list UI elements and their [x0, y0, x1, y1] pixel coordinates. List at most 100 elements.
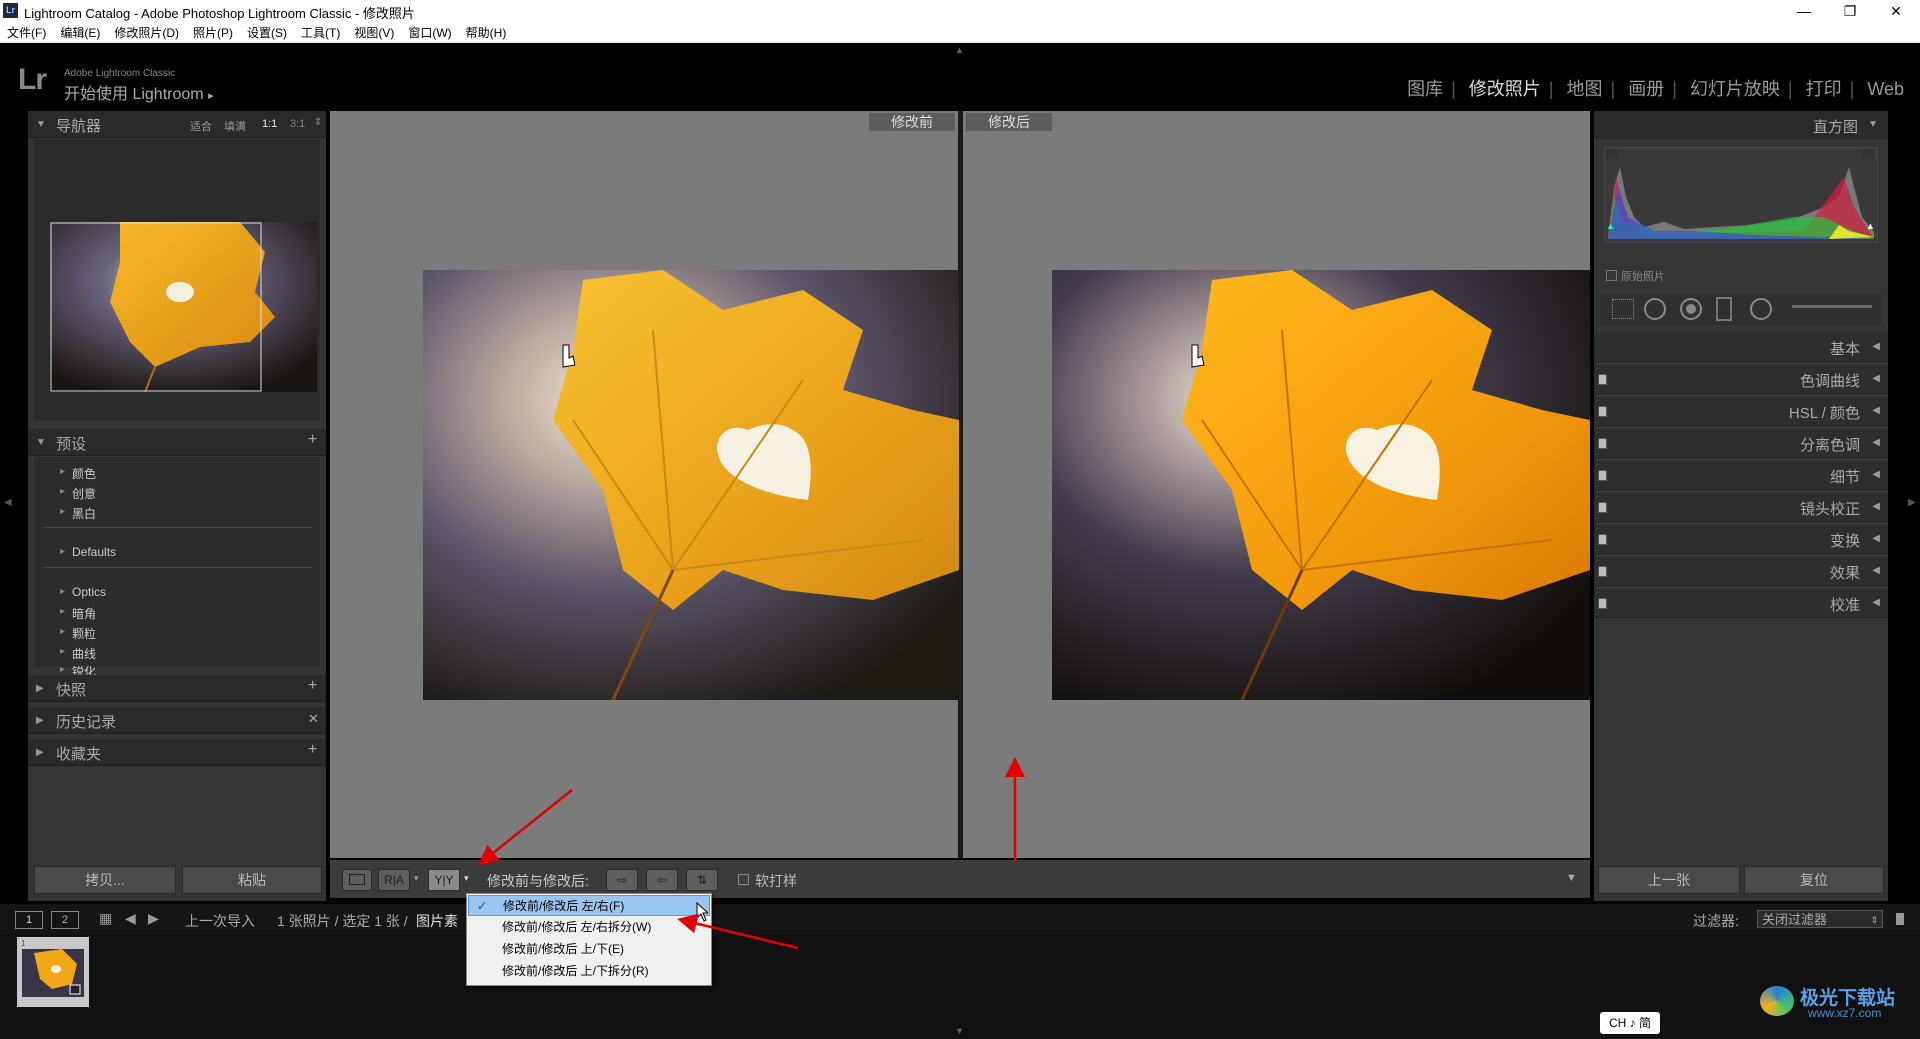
zoom-1-1[interactable]: 1:1: [262, 118, 277, 130]
history-header[interactable]: ▶ 历史记录 ✕: [28, 707, 326, 734]
snapshots-header[interactable]: ▶ 快照 +: [28, 675, 326, 702]
panel-tone-curve[interactable]: 色调曲线 ◀: [1594, 365, 1888, 394]
menu-settings[interactable]: 设置(S): [240, 22, 294, 41]
brush-slider[interactable]: [1792, 305, 1872, 308]
preset-folder-optics[interactable]: Optics: [60, 585, 106, 599]
zoom-menu-icon[interactable]: ⇕: [314, 117, 322, 128]
menu-item-top-bottom[interactable]: 修改前/修改后 上/下(E): [468, 939, 710, 960]
add-preset-icon[interactable]: +: [308, 431, 317, 449]
original-photo-checkbox[interactable]: [1606, 270, 1617, 281]
preset-folder-curve[interactable]: 曲线: [60, 645, 96, 662]
panel-calibration[interactable]: 校准 ◀: [1594, 589, 1888, 618]
clear-history-icon[interactable]: ✕: [308, 711, 319, 727]
panel-switch: [1598, 438, 1607, 449]
yy-view-button[interactable]: Y|Y: [428, 869, 460, 891]
menu-view[interactable]: 视图(V): [347, 22, 401, 41]
module-slideshow[interactable]: 幻灯片放映: [1690, 79, 1780, 99]
preset-folder-vignette[interactable]: 暗角: [60, 605, 96, 622]
panel-split-toning[interactable]: 分离色调 ◀: [1594, 429, 1888, 458]
maximize-icon[interactable]: ❐: [1827, 0, 1873, 22]
navigator-preview[interactable]: [34, 139, 320, 421]
yy-dropdown-icon[interactable]: ▾: [464, 873, 469, 884]
menu-item-left-right[interactable]: ✓ 修改前/修改后 左/右(F): [468, 895, 710, 916]
ra-view-button[interactable]: R|A: [378, 869, 410, 891]
red-eye-icon[interactable]: [1680, 298, 1702, 320]
copy-before-to-after-button[interactable]: ⇨: [606, 869, 638, 891]
panel-hsl[interactable]: HSL / 颜色 ◀: [1594, 397, 1888, 426]
zoom-fit[interactable]: 适合: [190, 118, 212, 134]
back-arrow-icon[interactable]: ◀: [125, 910, 136, 927]
add-collection-icon[interactable]: +: [308, 741, 317, 759]
menu-item-top-bottom-split[interactable]: 修改前/修改后 上/下拆分(R): [468, 961, 710, 982]
module-map[interactable]: 地图: [1567, 79, 1603, 99]
before-photo[interactable]: [423, 270, 959, 700]
panel-basic[interactable]: 基本 ◀: [1594, 333, 1888, 362]
zoom-fill[interactable]: 填满: [224, 118, 246, 134]
crop-tool-icon[interactable]: [1612, 299, 1634, 319]
zoom-3-1[interactable]: 3:1: [290, 118, 305, 130]
menu-file[interactable]: 文件(F): [0, 22, 53, 41]
preset-folder-bw[interactable]: 黑白: [60, 505, 96, 522]
loupe-view-button[interactable]: [342, 869, 372, 891]
menu-item-left-right-split[interactable]: 修改前/修改后 左/右拆分(W): [468, 917, 710, 938]
module-web[interactable]: Web: [1867, 79, 1904, 99]
collapse-histogram-icon[interactable]: ▼: [1868, 119, 1878, 130]
window-2-button[interactable]: 2: [51, 911, 79, 929]
preset-folder-creative[interactable]: 创意: [60, 485, 96, 502]
graduated-filter-icon[interactable]: [1716, 297, 1732, 321]
menu-help[interactable]: 帮助(H): [459, 22, 514, 41]
after-photo[interactable]: [1052, 270, 1590, 700]
previous-button[interactable]: 上一张: [1598, 866, 1740, 894]
filter-lock-icon[interactable]: [1896, 913, 1904, 925]
preset-folder-color[interactable]: 颜色: [60, 465, 96, 482]
filmstrip-thumbnail[interactable]: 1: [17, 937, 89, 1007]
collapse-right-icon[interactable]: ▶: [1908, 497, 1916, 508]
panel-lens-corrections[interactable]: 镜头校正 ◀: [1594, 493, 1888, 522]
paste-settings-button[interactable]: 粘贴: [182, 866, 322, 894]
panel-effects[interactable]: 效果 ◀: [1594, 557, 1888, 586]
navigator-header[interactable]: ▼ 导航器 适合 填满 1:1 3:1 ⇕: [28, 111, 326, 138]
highlight-clipping-icon[interactable]: ▲: [1866, 221, 1875, 231]
filter-select[interactable]: 关闭过滤器 ⇕: [1757, 910, 1883, 928]
app-icon: Lr: [3, 3, 18, 18]
module-library[interactable]: 图库: [1407, 79, 1443, 99]
window-1-button[interactable]: 1: [15, 911, 43, 929]
grid-icon[interactable]: ▦: [99, 910, 112, 927]
shadow-clipping-icon[interactable]: ▲: [1606, 221, 1615, 231]
ime-indicator[interactable]: CH ♪ 简: [1600, 1012, 1660, 1034]
ra-dropdown-icon[interactable]: ▾: [414, 873, 419, 884]
collapse-left-icon[interactable]: ◀: [4, 497, 12, 508]
menu-edit[interactable]: 编辑(E): [53, 22, 107, 41]
getting-started-link[interactable]: 开始使用 Lightroom ▸: [64, 80, 214, 104]
source-label[interactable]: 上一次导入: [185, 911, 255, 931]
menu-window[interactable]: 窗口(W): [401, 22, 458, 41]
module-book[interactable]: 画册: [1628, 79, 1664, 99]
panel-transform[interactable]: 变换 ◀: [1594, 525, 1888, 554]
copy-settings-button[interactable]: 拷贝...: [34, 866, 176, 894]
menu-tools[interactable]: 工具(T): [294, 22, 347, 41]
histogram-header[interactable]: 直方图 ▼: [1594, 111, 1888, 139]
module-print[interactable]: 打印: [1806, 79, 1842, 99]
panel-detail[interactable]: 细节 ◀: [1594, 461, 1888, 490]
minimize-icon[interactable]: —: [1781, 0, 1827, 22]
collapse-bottom-icon[interactable]: ▼: [955, 1026, 964, 1036]
toolbar-menu-icon[interactable]: ▼: [1566, 872, 1577, 884]
close-icon[interactable]: ✕: [1873, 0, 1919, 22]
copy-after-to-before-button[interactable]: ⇦: [646, 869, 678, 891]
swap-before-after-button[interactable]: ⇅: [686, 869, 718, 891]
spot-removal-icon[interactable]: [1644, 298, 1666, 320]
collections-header[interactable]: ▶ 收藏夹 +: [28, 739, 326, 766]
forward-arrow-icon[interactable]: ▶: [148, 910, 159, 927]
radial-filter-icon[interactable]: [1750, 298, 1772, 320]
menu-photo[interactable]: 照片(P): [186, 22, 240, 41]
menu-develop[interactable]: 修改照片(D): [107, 22, 186, 41]
preset-folder-defaults[interactable]: Defaults: [60, 545, 116, 559]
collapse-top-icon[interactable]: ▲: [955, 45, 964, 55]
add-snapshot-icon[interactable]: +: [308, 677, 317, 695]
preset-folder-grain[interactable]: 颗粒: [60, 625, 96, 642]
presets-header[interactable]: ▼ 预设 +: [28, 429, 326, 456]
reset-button[interactable]: 复位: [1744, 866, 1884, 894]
soft-proof-checkbox[interactable]: [738, 874, 749, 885]
module-develop[interactable]: 修改照片: [1469, 79, 1541, 99]
menu-bar: 文件(F) 编辑(E) 修改照片(D) 照片(P) 设置(S) 工具(T) 视图(V) 窗口(…: [0, 22, 1920, 43]
